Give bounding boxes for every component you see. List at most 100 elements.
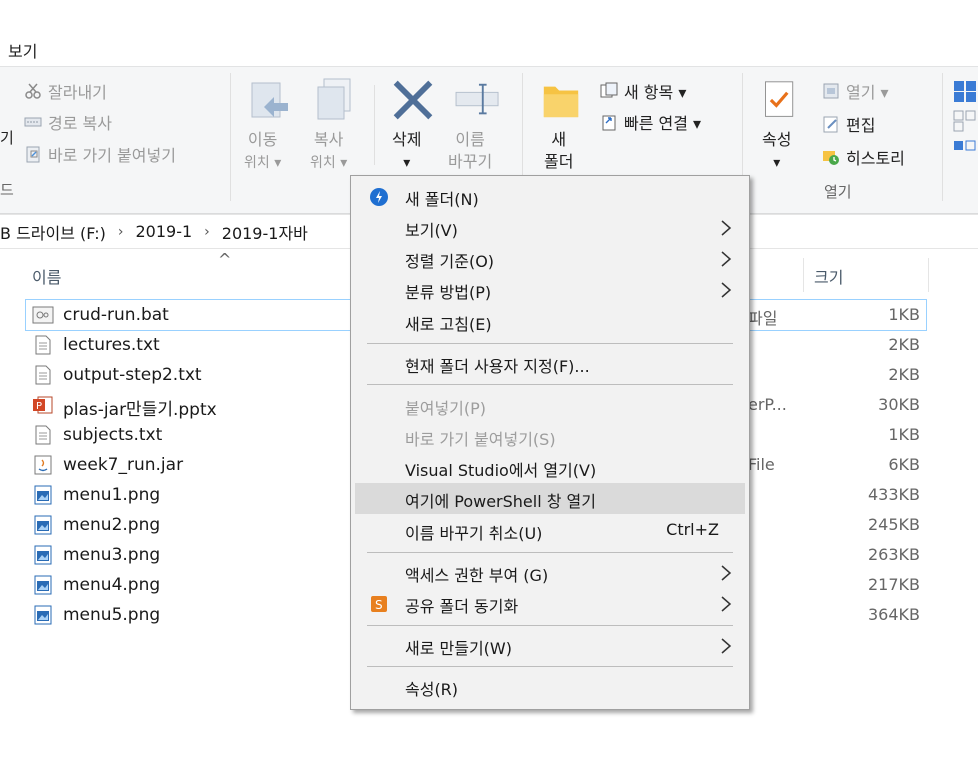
submenu-arrow-icon: [721, 251, 732, 267]
delete-x-icon: [393, 80, 433, 120]
open-icon: [823, 83, 839, 99]
menu-separator: [367, 666, 733, 667]
submenu-arrow-icon: [721, 282, 732, 298]
edit-icon: [823, 116, 838, 133]
ribbon-divider: [942, 73, 943, 201]
new-item-icon: [600, 82, 618, 98]
paste-shortcut-icon: [26, 146, 40, 163]
submenu-arrow-icon: [721, 596, 732, 612]
menu-separator: [367, 552, 733, 553]
menu-item-open-in-visual-studio[interactable]: Visual Studio에서 열기(V): [355, 452, 745, 483]
menu-item-new-folder[interactable]: 새 폴더(N): [355, 181, 745, 212]
open-group-label: 열기: [824, 183, 852, 201]
menu-item-shortcut: Ctrl+Z: [666, 520, 719, 539]
pptx-icon: P: [33, 396, 53, 414]
menu-item-view[interactable]: 보기(V): [355, 212, 745, 243]
menu-item-label: 새로 고침(E): [405, 315, 492, 334]
easy-access-label: 빠른 연결 ▾: [624, 114, 702, 133]
copy-path-button[interactable]: 경로 복사: [24, 110, 112, 134]
menu-item-label: 공유 폴더 동기화: [405, 597, 519, 616]
copy-to-label: 복사 위치 ▾: [310, 130, 348, 171]
submenu-arrow-icon: [721, 565, 732, 581]
menu-item-group-by[interactable]: 분류 방법(P): [355, 274, 745, 305]
delete-button[interactable]: 삭제 ▾: [386, 77, 440, 187]
ribbon-tab-bar: 보기: [0, 0, 978, 66]
tab-view[interactable]: 보기: [8, 38, 37, 62]
edit-label: 편집: [846, 116, 876, 135]
copy-to-button[interactable]: 복사 위치 ▾: [306, 77, 364, 187]
file-name: week7_run.jar: [63, 455, 184, 475]
open-button[interactable]: 열기 ▾: [822, 79, 889, 103]
new-folder-button[interactable]: 새 폴더: [532, 77, 588, 187]
properties-button[interactable]: 속성 ▾: [752, 77, 808, 187]
column-header-size[interactable]: 크기: [814, 264, 843, 288]
png-icon: [34, 575, 52, 595]
file-name: lectures.txt: [63, 335, 160, 355]
move-to-button[interactable]: 이동 위치 ▾: [240, 77, 298, 187]
easy-access-icon: [602, 115, 616, 131]
file-size: 1KB: [888, 305, 920, 324]
column-divider[interactable]: [928, 258, 929, 292]
new-item-label: 새 항목 ▾: [624, 83, 687, 102]
file-size: 30KB: [878, 395, 920, 414]
edit-button[interactable]: 편집: [822, 112, 875, 136]
txt-icon: [35, 335, 51, 355]
menu-item-paste-shortcut[interactable]: 바로 가기 붙여넣기(S): [355, 421, 745, 452]
menu-item-label: 새로 만들기(W): [405, 639, 512, 658]
menu-item-sort-by[interactable]: 정렬 기준(O): [355, 243, 745, 274]
menu-item-undo-rename[interactable]: 이름 바꾸기 취소(U) Ctrl+Z: [355, 515, 745, 546]
file-name: menu1.png: [63, 485, 161, 505]
file-name: output-step2.txt: [63, 365, 202, 385]
scissors-icon: [25, 83, 41, 99]
copy-to-icon: [317, 78, 351, 120]
delete-label: 삭제 ▾: [392, 130, 422, 171]
breadcrumb-folder[interactable]: 2019-1자바: [216, 220, 314, 244]
breadcrumb-chevron-icon[interactable]: ›: [198, 224, 216, 240]
menu-separator: [367, 384, 733, 385]
history-button[interactable]: 히스토리: [822, 145, 905, 169]
file-name: menu5.png: [63, 605, 161, 625]
menu-separator: [367, 625, 733, 626]
easy-access-button[interactable]: 빠른 연결 ▾: [600, 110, 701, 134]
column-divider[interactable]: [803, 258, 804, 292]
history-icon: [823, 151, 839, 165]
cut-button[interactable]: 잘라내기: [24, 79, 107, 103]
menu-item-paste[interactable]: 붙여넣기(P): [355, 390, 745, 421]
menu-item-refresh[interactable]: 새로 고침(E): [355, 306, 745, 337]
file-name: subjects.txt: [63, 425, 163, 445]
breadcrumb-drive[interactable]: B 드라이브 (F:): [0, 220, 112, 244]
menu-item-customize-folder[interactable]: 현재 폴더 사용자 지정(F)...: [355, 348, 745, 379]
file-name: menu3.png: [63, 545, 161, 565]
menu-item-give-access[interactable]: 액세스 권한 부여 (G): [355, 557, 745, 588]
new-item-button[interactable]: 새 항목 ▾: [600, 79, 686, 103]
menu-item-sync-shared-folder[interactable]: S 공유 폴더 동기화: [355, 588, 745, 619]
new-folder-label: 새 폴더: [544, 130, 574, 171]
rename-label: 이름 바꾸기: [448, 130, 493, 171]
file-size: 1KB: [888, 425, 920, 444]
rename-button[interactable]: 이름 바꾸기: [446, 77, 510, 187]
png-icon: [34, 545, 52, 565]
menu-item-properties[interactable]: 속성(R): [355, 671, 745, 702]
sort-ascending-icon: ^: [218, 250, 232, 269]
menu-item-label: 붙여넣기(P): [405, 399, 487, 418]
select-all-icon[interactable]: [952, 79, 978, 159]
menu-item-label: Visual Studio에서 열기(V): [405, 461, 597, 480]
file-type: erP...: [748, 395, 787, 414]
ribbon-divider: [230, 73, 231, 201]
txt-icon: [35, 425, 51, 445]
properties-label: 속성 ▾: [762, 130, 792, 171]
menu-item-label: 여기에 PowerShell 창 열기: [405, 492, 596, 511]
menu-item-label: 정렬 기준(O): [405, 252, 495, 271]
menu-item-label: 현재 폴더 사용자 지정(F)...: [405, 357, 590, 376]
submenu-arrow-icon: [721, 220, 732, 236]
column-header-name[interactable]: 이름: [32, 264, 61, 288]
sync-share-icon: S: [371, 596, 387, 612]
menu-item-new[interactable]: 새로 만들기(W): [355, 630, 745, 661]
paste-shortcut-button[interactable]: 바로 가기 붙여넣기: [24, 142, 176, 166]
copy-path-icon: [24, 117, 42, 127]
properties-check-icon: [765, 81, 794, 117]
menu-item-open-powershell[interactable]: 여기에 PowerShell 창 열기: [355, 483, 745, 514]
breadcrumb-chevron-icon[interactable]: ›: [112, 224, 130, 240]
breadcrumb-folder[interactable]: 2019-1: [129, 222, 198, 241]
history-label: 히스토리: [846, 149, 905, 168]
